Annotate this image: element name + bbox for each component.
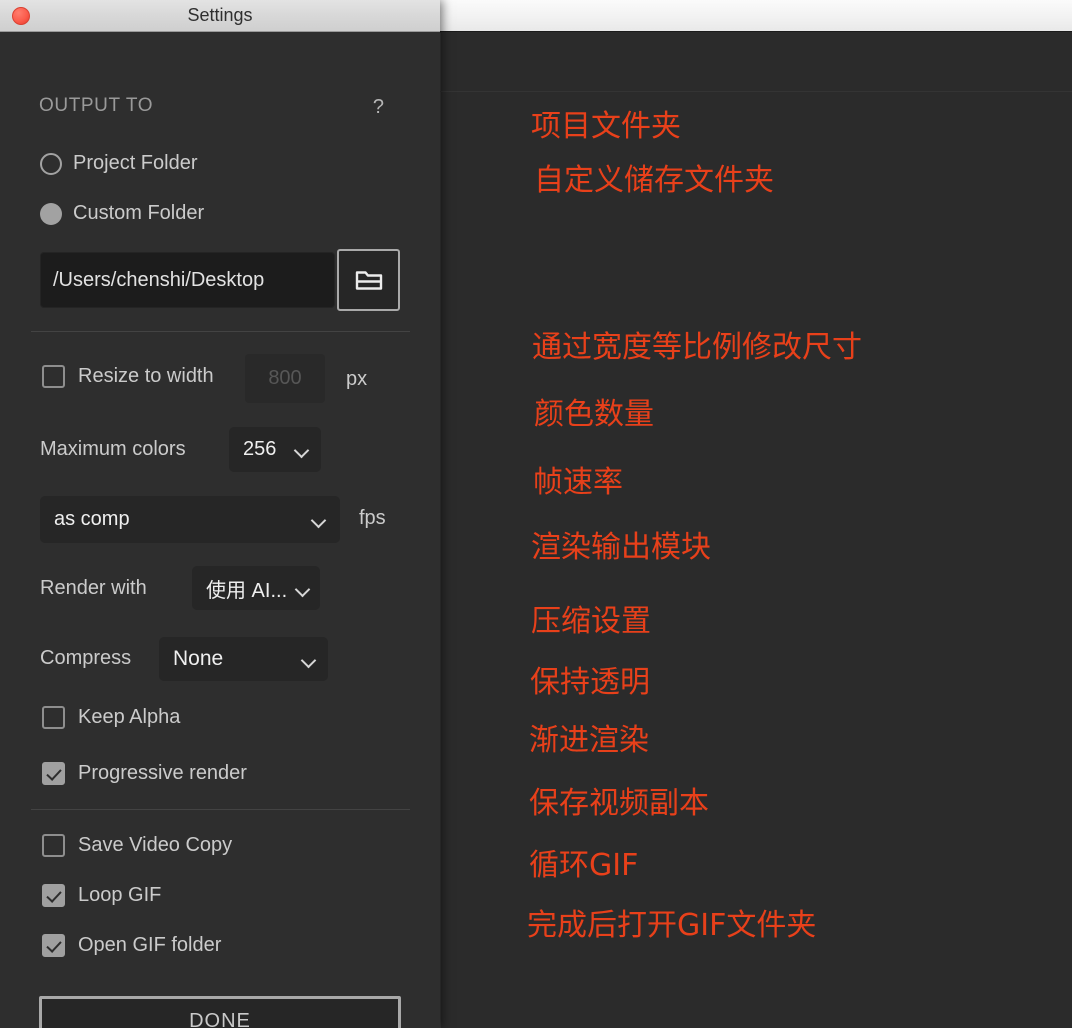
maximum-colors-select[interactable]: 256 <box>229 427 321 472</box>
checkbox-indicator <box>42 706 65 729</box>
fps-select[interactable]: as comp <box>40 496 340 543</box>
divider-top <box>31 331 410 332</box>
section-title-output-to: OUTPUT TO <box>39 95 154 116</box>
radio-indicator-unselected <box>40 152 62 175</box>
settings-dialog: Settings OUTPUT TO ? Project Folder Cust… <box>0 0 440 1028</box>
checkbox-label-resize-to-width: Resize to width <box>78 365 214 387</box>
unit-label-px: px <box>346 368 368 390</box>
radio-label-project-folder: Project Folder <box>73 152 198 174</box>
checkbox-indicator-checked <box>42 762 65 785</box>
output-to-header-row: OUTPUT TO ? <box>39 95 384 121</box>
dialog-body: OUTPUT TO ? Project Folder Custom Folder… <box>0 32 440 1028</box>
dialog-titlebar: Settings <box>0 0 440 32</box>
chevron-down-icon <box>295 445 309 454</box>
radio-indicator-selected <box>40 202 62 225</box>
checkbox-label-loop-gif: Loop GIF <box>78 884 162 906</box>
divider-bottom <box>31 809 410 810</box>
output-path-input[interactable]: /Users/chenshi/Desktop <box>40 252 335 308</box>
maximum-colors-value: 256 <box>243 438 277 460</box>
annotation-label: 保存视频副本 <box>529 786 709 821</box>
annotation-label: 渐进渲染 <box>529 723 649 758</box>
dialog-title: Settings <box>187 5 253 25</box>
chevron-down-icon <box>312 515 326 524</box>
checkbox-label-progressive-render: Progressive render <box>78 762 247 784</box>
radio-project-folder[interactable]: Project Folder <box>40 152 198 175</box>
annotation-label: 自定义储存文件夹 <box>534 163 774 198</box>
annotation-label: 颜色数量 <box>534 397 654 432</box>
compress-select[interactable]: None <box>159 637 328 681</box>
browse-folder-button[interactable] <box>337 249 400 311</box>
label-render-with: Render with <box>40 577 147 599</box>
compress-value: None <box>173 647 224 670</box>
radio-custom-folder[interactable]: Custom Folder <box>40 202 204 225</box>
checkbox-indicator <box>42 834 65 857</box>
checkbox-label-keep-alpha: Keep Alpha <box>78 706 181 728</box>
annotation-label: 保持透明 <box>530 665 650 700</box>
chevron-down-icon <box>302 655 316 664</box>
annotation-label: 完成后打开GIF文件夹 <box>527 908 817 943</box>
help-icon[interactable]: ? <box>373 96 384 119</box>
checkbox-indicator-checked <box>42 884 65 907</box>
annotation-label: 通过宽度等比例修改尺寸 <box>532 330 862 365</box>
annotation-label: 压缩设置 <box>531 604 651 639</box>
done-button[interactable]: DONE <box>39 996 401 1028</box>
checkbox-save-video-copy[interactable]: Save Video Copy <box>42 834 232 857</box>
annotation-label: 循环GIF <box>529 848 639 883</box>
render-with-value: 使用 AI... <box>206 579 288 602</box>
annotation-label: 帧速率 <box>533 465 623 500</box>
label-compress: Compress <box>40 647 132 669</box>
radio-label-custom-folder: Custom Folder <box>73 202 205 224</box>
checkbox-label-open-gif-folder: Open GIF folder <box>78 934 222 956</box>
annotation-label: 渲染输出模块 <box>531 530 711 565</box>
chevron-down-icon <box>296 584 310 593</box>
checkbox-label-save-video-copy: Save Video Copy <box>78 834 233 856</box>
annotation-label: 项目文件夹 <box>531 109 681 144</box>
checkbox-indicator <box>42 365 65 388</box>
checkbox-keep-alpha[interactable]: Keep Alpha <box>42 706 180 729</box>
checkbox-indicator-checked <box>42 934 65 957</box>
checkbox-open-gif-folder[interactable]: Open GIF folder <box>42 934 221 957</box>
checkbox-loop-gif[interactable]: Loop GIF <box>42 884 161 907</box>
resize-width-input[interactable]: 800 <box>245 354 325 403</box>
folder-icon <box>355 271 382 290</box>
checkbox-progressive-render[interactable]: Progressive render <box>42 762 247 785</box>
fps-value: as comp <box>54 508 130 530</box>
unit-label-fps: fps <box>359 507 386 529</box>
label-maximum-colors: Maximum colors <box>40 438 186 460</box>
checkbox-resize-to-width[interactable]: Resize to width <box>42 365 214 388</box>
render-with-select[interactable]: 使用 AI... <box>192 566 320 610</box>
